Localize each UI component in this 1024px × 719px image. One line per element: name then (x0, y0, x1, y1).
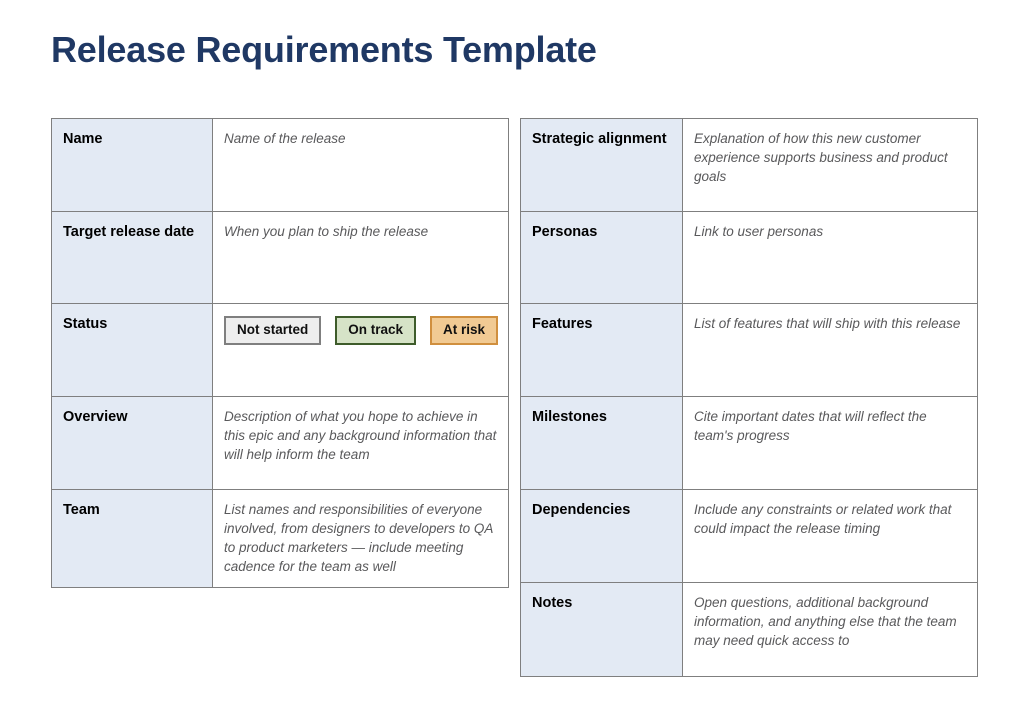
row-value-features[interactable]: List of features that will ship with thi… (682, 303, 978, 397)
row-value-strategic-alignment[interactable]: Explanation of how this new customer exp… (682, 118, 978, 212)
row-value-milestones[interactable]: Cite important dates that will reflect t… (682, 396, 978, 490)
table-row: Dependencies Include any constraints or … (520, 489, 978, 583)
status-badge-at-risk[interactable]: At risk (430, 316, 499, 346)
table-row: Name Name of the release (51, 118, 509, 212)
row-value-target-release-date[interactable]: When you plan to ship the release (212, 211, 509, 304)
row-value-name[interactable]: Name of the release (212, 118, 509, 212)
row-label-team: Team (51, 489, 213, 588)
document-page: Release Requirements Template Name Name … (0, 0, 1024, 719)
row-value-overview[interactable]: Description of what you hope to achieve … (212, 396, 509, 490)
table-row: Team List names and responsibilities of … (51, 489, 509, 588)
row-value-notes[interactable]: Open questions, additional background in… (682, 582, 978, 677)
table-row: Features List of features that will ship… (520, 303, 978, 397)
row-value-dependencies[interactable]: Include any constraints or related work … (682, 489, 978, 583)
table-row: Strategic alignment Explanation of how t… (520, 118, 978, 212)
table-row: Notes Open questions, additional backgro… (520, 582, 978, 677)
row-label-name: Name (51, 118, 213, 212)
row-label-overview: Overview (51, 396, 213, 490)
row-label-target-release-date: Target release date (51, 211, 213, 304)
table-row: Personas Link to user personas (520, 211, 978, 304)
table-row: Target release date When you plan to shi… (51, 211, 509, 304)
row-label-notes: Notes (520, 582, 683, 677)
release-details-table-right: Strategic alignment Explanation of how t… (520, 118, 978, 677)
table-row: Milestones Cite important dates that wil… (520, 396, 978, 490)
row-label-milestones: Milestones (520, 396, 683, 490)
row-label-features: Features (520, 303, 683, 397)
table-row: Status Not started On track At risk (51, 303, 509, 397)
row-label-personas: Personas (520, 211, 683, 304)
status-badge-group: Not started On track At risk (224, 314, 499, 346)
row-value-personas[interactable]: Link to user personas (682, 211, 978, 304)
row-label-status: Status (51, 303, 213, 397)
row-label-dependencies: Dependencies (520, 489, 683, 583)
release-details-table-left: Name Name of the release Target release … (51, 118, 509, 588)
row-value-status: Not started On track At risk (212, 303, 509, 397)
table-row: Overview Description of what you hope to… (51, 396, 509, 490)
row-value-team[interactable]: List names and responsibilities of every… (212, 489, 509, 588)
status-badge-on-track[interactable]: On track (335, 316, 417, 346)
row-label-strategic-alignment: Strategic alignment (520, 118, 683, 212)
page-title: Release Requirements Template (51, 29, 597, 70)
status-badge-not-started[interactable]: Not started (224, 316, 322, 346)
